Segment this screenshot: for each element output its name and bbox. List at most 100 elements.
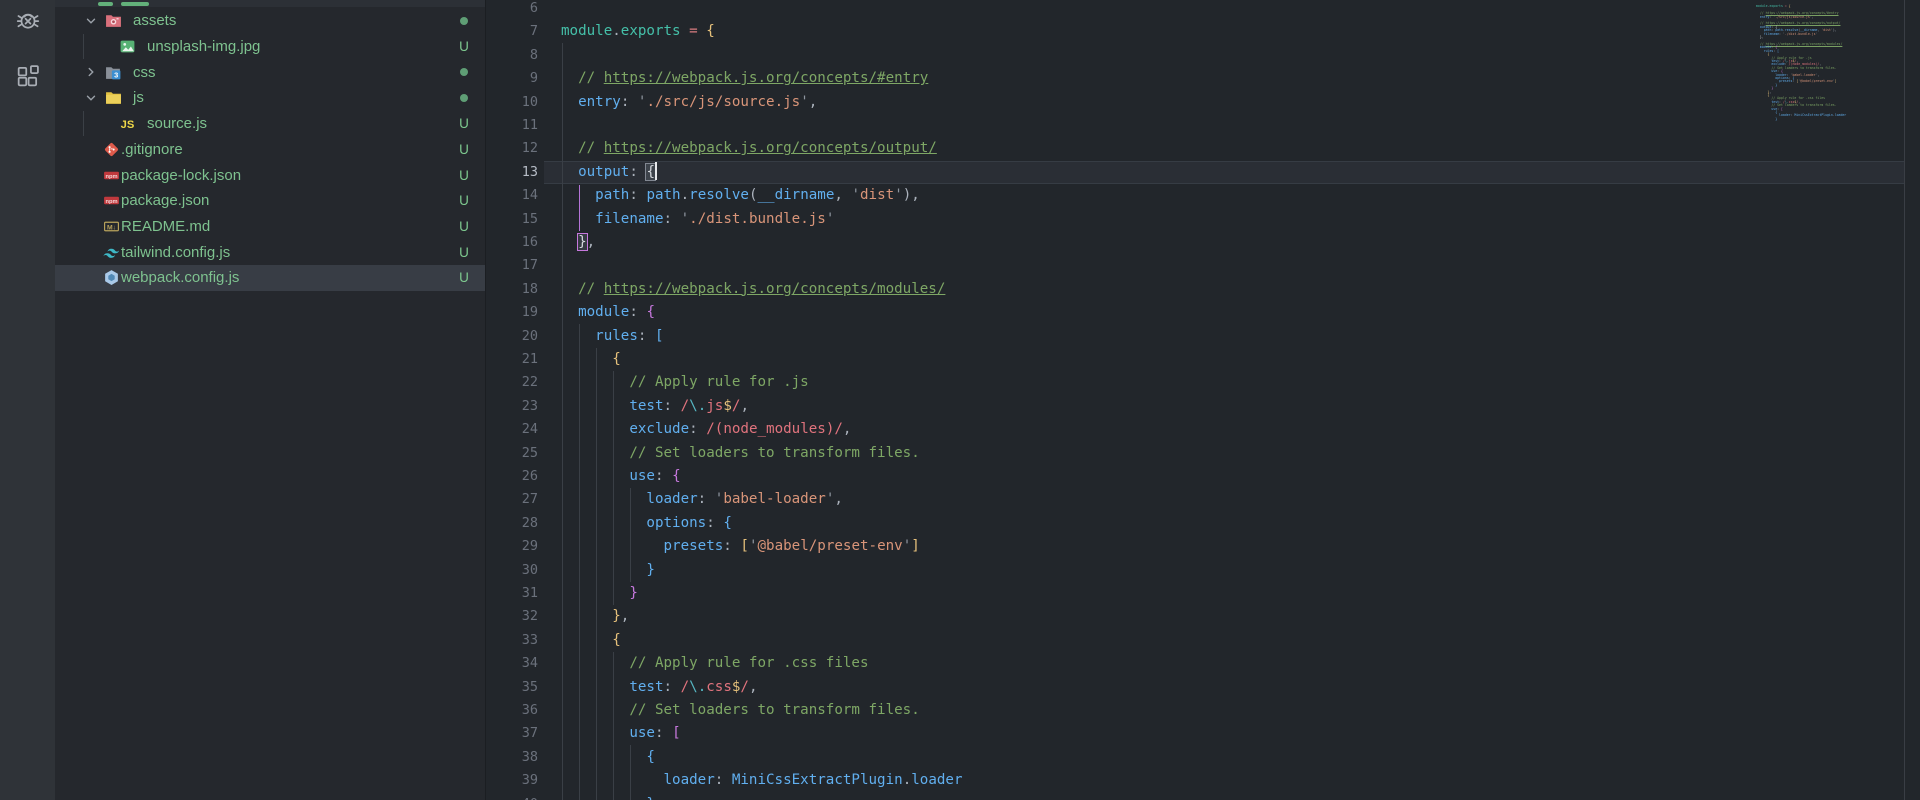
code-line-22[interactable]: 22 // Apply rule for .js (486, 371, 1920, 394)
line-number[interactable]: 30 (486, 559, 538, 582)
code-line-36[interactable]: 36 // Set loaders to transform files. (486, 699, 1920, 722)
code-line-15[interactable]: 15 filename: './dist.bundle.js' (486, 208, 1920, 231)
line-number[interactable]: 12 (486, 137, 538, 160)
line-number[interactable]: 14 (486, 184, 538, 207)
code-line-13[interactable]: 13 output: { (486, 161, 1920, 184)
explorer-item-source-js[interactable]: JSsource.jsU (55, 111, 485, 137)
line-number[interactable]: 38 (486, 746, 538, 769)
code-line-9[interactable]: 9 // https://webpack.js.org/concepts/#en… (486, 67, 1920, 90)
explorer-item--gitignore[interactable]: .gitignoreU (55, 137, 485, 163)
line-number[interactable]: 28 (486, 512, 538, 535)
code-text: use: [ (561, 722, 681, 745)
code-line-25[interactable]: 25 // Set loaders to transform files. (486, 442, 1920, 465)
debug-icon[interactable] (14, 6, 42, 34)
chevron-down-icon[interactable] (84, 91, 98, 105)
code-text: // Apply rule for .js (561, 371, 809, 394)
line-number[interactable]: 10 (486, 91, 538, 114)
code-line-11[interactable]: 11 (486, 114, 1920, 137)
line-number[interactable]: 31 (486, 582, 538, 605)
code-line-17[interactable]: 17 (486, 254, 1920, 277)
chevron-right-icon[interactable] (84, 65, 98, 79)
explorer-item-tailwind-config-js[interactable]: tailwind.config.jsU (55, 239, 485, 265)
code-line-29[interactable]: 29 presets: ['@babel/preset-env'] (486, 535, 1920, 558)
code-line-32[interactable]: 32 }, (486, 605, 1920, 628)
line-number[interactable]: 23 (486, 395, 538, 418)
code-text: // Set loaders to transform files. (561, 442, 920, 465)
code-text: { (561, 746, 655, 769)
explorer-item-unsplash-img-jpg[interactable]: unsplash-img.jpgU (55, 34, 485, 60)
code-line-10[interactable]: 10 entry: './src/js/source.js', (486, 91, 1920, 114)
code-line-26[interactable]: 26 use: { (486, 465, 1920, 488)
line-number[interactable]: 39 (486, 769, 538, 792)
code-line-8[interactable]: 8 (486, 44, 1920, 67)
code-line-24[interactable]: 24 exclude: /(node_modules)/, (486, 418, 1920, 441)
code-line-7[interactable]: 7module.exports = { (486, 20, 1920, 43)
code-line-20[interactable]: 20 rules: [ (486, 325, 1920, 348)
folder-icon-sliver (98, 2, 113, 6)
line-number[interactable]: 26 (486, 465, 538, 488)
line-number[interactable]: 25 (486, 442, 538, 465)
line-number[interactable]: 36 (486, 699, 538, 722)
code-line-38[interactable]: 38 { (486, 746, 1920, 769)
code-line-19[interactable]: 19 module: { (486, 301, 1920, 324)
editor-scrollbar[interactable] (1905, 0, 1920, 800)
chevron-down-icon[interactable] (84, 14, 98, 28)
file-label: package.json (121, 192, 209, 209)
code-line-30[interactable]: 30 } (486, 559, 1920, 582)
explorer-item-partial-top[interactable] (55, 0, 485, 7)
line-number[interactable]: 29 (486, 535, 538, 558)
explorer-item-css[interactable]: 3css (55, 59, 485, 85)
line-number[interactable]: 7 (486, 20, 538, 43)
code-line-27[interactable]: 27 loader: 'babel-loader', (486, 488, 1920, 511)
explorer-item-webpack-config-js[interactable]: webpack.config.jsU (55, 265, 485, 291)
code-text: // https://webpack.js.org/concepts/#entr… (561, 67, 928, 90)
code-line-23[interactable]: 23 test: /\.js$/, (486, 395, 1920, 418)
minimap-line: } (1756, 118, 1904, 121)
explorer-item-assets[interactable]: assets (55, 8, 485, 34)
line-number[interactable]: 35 (486, 676, 538, 699)
explorer-item-js[interactable]: js (55, 85, 485, 111)
line-number[interactable]: 32 (486, 605, 538, 628)
code-line-33[interactable]: 33 { (486, 629, 1920, 652)
code-line-39[interactable]: 39 loader: MiniCssExtractPlugin.loader (486, 769, 1920, 792)
line-number[interactable]: 21 (486, 348, 538, 371)
line-number[interactable]: 18 (486, 278, 538, 301)
line-number[interactable]: 22 (486, 371, 538, 394)
code-line-16[interactable]: 16 }, (486, 231, 1920, 254)
svg-text:npm: npm (105, 199, 117, 205)
svg-text:3: 3 (114, 70, 118, 79)
code-line-6[interactable]: 6 (486, 0, 1920, 20)
code-line-40[interactable]: 40 } (486, 793, 1920, 800)
line-number[interactable]: 40 (486, 793, 538, 800)
code-line-37[interactable]: 37 use: [ (486, 722, 1920, 745)
line-number[interactable]: 9 (486, 67, 538, 90)
line-number[interactable]: 27 (486, 488, 538, 511)
line-number[interactable]: 6 (486, 0, 538, 20)
line-number[interactable]: 24 (486, 418, 538, 441)
line-number[interactable]: 13 (486, 161, 538, 184)
code-line-14[interactable]: 14 path: path.resolve(__dirname, 'dist')… (486, 184, 1920, 207)
code-line-28[interactable]: 28 options: { (486, 512, 1920, 535)
line-number[interactable]: 17 (486, 254, 538, 277)
line-number[interactable]: 37 (486, 722, 538, 745)
line-number[interactable]: 16 (486, 231, 538, 254)
code-line-31[interactable]: 31 } (486, 582, 1920, 605)
minimap[interactable]: module.exports = { // https://webpack.js… (1756, 0, 1904, 800)
line-number[interactable]: 34 (486, 652, 538, 675)
line-number[interactable]: 11 (486, 114, 538, 137)
explorer-item-package-json[interactable]: npmpackage.jsonU (55, 188, 485, 214)
image-icon (119, 38, 136, 55)
line-number[interactable]: 15 (486, 208, 538, 231)
line-number[interactable]: 20 (486, 325, 538, 348)
code-line-21[interactable]: 21 { (486, 348, 1920, 371)
line-number[interactable]: 33 (486, 629, 538, 652)
explorer-item-readme-md[interactable]: M↓README.mdU (55, 214, 485, 240)
code-line-34[interactable]: 34 // Apply rule for .css files (486, 652, 1920, 675)
extensions-icon[interactable] (14, 62, 42, 90)
code-line-35[interactable]: 35 test: /\.css$/, (486, 676, 1920, 699)
code-line-18[interactable]: 18 // https://webpack.js.org/concepts/mo… (486, 278, 1920, 301)
code-line-12[interactable]: 12 // https://webpack.js.org/concepts/ou… (486, 137, 1920, 160)
line-number[interactable]: 19 (486, 301, 538, 324)
line-number[interactable]: 8 (486, 44, 538, 67)
explorer-item-package-lock-json[interactable]: npmpackage-lock.jsonU (55, 162, 485, 188)
